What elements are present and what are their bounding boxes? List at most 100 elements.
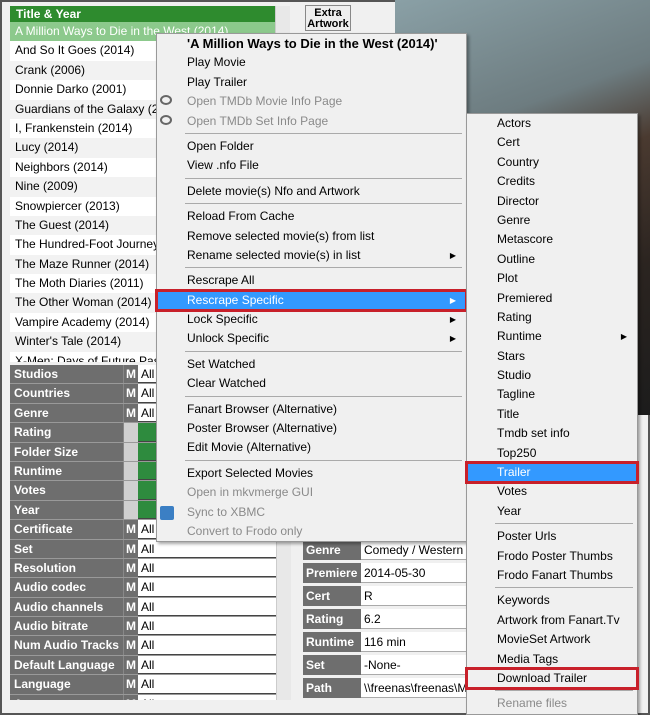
menu-item-label: Plot (497, 271, 518, 286)
filter-mode-toggle[interactable]: M (123, 675, 138, 694)
column-header-title-year[interactable]: Title & Year (10, 6, 275, 22)
menu-item-genre[interactable]: Genre (467, 211, 637, 230)
filter-mode-toggle[interactable]: M (123, 694, 138, 700)
detail-field-path[interactable]: \\freenas\freenas\Movies (361, 678, 468, 698)
extra-artwork-button[interactable]: Extra Artwork (305, 5, 351, 31)
detail-field-set[interactable]: -None- (361, 655, 468, 675)
detail-label: Path (303, 678, 361, 698)
menu-item-top250[interactable]: Top250 (467, 444, 637, 463)
menu-item-play-movie[interactable]: Play Movie (157, 53, 466, 72)
menu-item-lock-specific[interactable]: Lock Specific ▶ (157, 310, 466, 329)
filter-mode-toggle[interactable]: M (123, 520, 138, 539)
filter-mode-toggle[interactable]: M (123, 558, 138, 578)
detail-field-cert[interactable]: R (361, 586, 468, 606)
filter-dropdown[interactable]: All (138, 578, 290, 597)
menu-item-label: Genre (497, 212, 531, 227)
menu-item-reload-from-cache[interactable]: Reload From Cache (157, 207, 466, 226)
menu-item-trailer[interactable]: Trailer (465, 460, 639, 485)
filter-scrollbar[interactable] (276, 540, 291, 700)
menu-item-frodo-fanart-thumbs[interactable]: Frodo Fanart Thumbs (467, 566, 637, 585)
menu-item-premiered[interactable]: Premiered (467, 289, 637, 308)
filter-dropdown[interactable]: All (138, 636, 290, 655)
menu-item-artwork-from-fanart-tv[interactable]: Artwork from Fanart.Tv (467, 611, 637, 630)
filter-mode-toggle[interactable]: M (123, 403, 138, 423)
menu-item-unlock-specific[interactable]: Unlock Specific ▶ (157, 329, 466, 348)
menu-item-tagline[interactable]: Tagline (467, 385, 637, 404)
detail-label: Premiere (303, 563, 361, 583)
menu-item-media-tags[interactable]: Media Tags (467, 650, 637, 669)
menu-item-edit-movie-alternative[interactable]: Edit Movie (Alternative) (157, 438, 466, 457)
menu-item-rating[interactable]: Rating (467, 308, 637, 327)
menu-item-rescrape-specific[interactable]: Rescrape Specific ▶ (155, 288, 468, 313)
menu-item-label: Clear Watched (187, 376, 266, 391)
menu-item-tmdb-set-info[interactable]: Tmdb set info (467, 424, 637, 443)
detail-field-rating[interactable]: 6.2 (361, 609, 468, 629)
detail-label: Cert (303, 586, 361, 606)
menu-item-view-nfo-file[interactable]: View .nfo File (157, 156, 466, 175)
menu-item-label: Trailer (497, 465, 531, 480)
filter-mode-toggle[interactable]: M (123, 578, 138, 597)
menu-item-sync-to-xbmc: Sync to XBMC (157, 503, 466, 522)
filter-mode-toggle[interactable]: M (123, 597, 138, 617)
menu-item-country[interactable]: Country (467, 153, 637, 172)
filter-mode-toggle[interactable]: M (123, 365, 138, 384)
menu-item-plot[interactable]: Plot (467, 269, 637, 288)
menu-item-remove-selected-movie-s-from-list[interactable]: Remove selected movie(s) from list (157, 227, 466, 246)
menu-item-open-folder[interactable]: Open Folder (157, 137, 466, 156)
menu-item-votes[interactable]: Votes (467, 482, 637, 501)
filter-mode-toggle[interactable] (123, 423, 138, 442)
menu-item-studio[interactable]: Studio (467, 366, 637, 385)
menu-item-label: Runtime (497, 329, 542, 344)
menu-item-poster-urls[interactable]: Poster Urls (467, 527, 637, 546)
menu-item-stars[interactable]: Stars (467, 347, 637, 366)
menu-item-year[interactable]: Year (467, 502, 637, 521)
filter-label: Default Language (10, 655, 123, 675)
filter-dropdown[interactable]: All (138, 694, 290, 700)
menu-item-set-watched[interactable]: Set Watched (157, 355, 466, 374)
filter-dropdown[interactable]: All (138, 558, 290, 578)
filter-dropdown[interactable]: All (138, 655, 290, 675)
menu-item-download-trailer[interactable]: Download Trailer (465, 666, 639, 691)
filter-dropdown[interactable]: All (138, 675, 290, 694)
detail-row: Set -None- (303, 655, 468, 678)
filter-mode-toggle[interactable]: M (123, 617, 138, 636)
menu-item-fanart-browser-alternative[interactable]: Fanart Browser (Alternative) (157, 400, 466, 419)
menu-item-cert[interactable]: Cert (467, 133, 637, 152)
menu-item-play-trailer[interactable]: Play Trailer (157, 73, 466, 92)
menu-item-credits[interactable]: Credits (467, 172, 637, 191)
menu-item-clear-watched[interactable]: Clear Watched (157, 374, 466, 393)
menu-item-label: Metascore (497, 232, 554, 247)
menu-item-movieset-artwork[interactable]: MovieSet Artwork (467, 630, 637, 649)
menu-item-runtime[interactable]: Runtime ▶ (467, 327, 637, 346)
filter-mode-toggle[interactable]: M (123, 384, 138, 403)
menu-item-label: Fanart Browser (Alternative) (187, 401, 338, 416)
menu-item-frodo-poster-thumbs[interactable]: Frodo Poster Thumbs (467, 547, 637, 566)
menu-item-outline[interactable]: Outline (467, 250, 637, 269)
menu-item-label: Actors (497, 116, 532, 130)
menu-item-director[interactable]: Director (467, 192, 637, 211)
menu-item-rename-selected-movie-s-in-list[interactable]: Rename selected movie(s) in list ▶ (157, 246, 466, 265)
filter-label: Runtime (10, 461, 123, 481)
menu-item-actors[interactable]: Actors (467, 114, 637, 133)
filter-dropdown[interactable]: All (138, 617, 290, 636)
filter-mode-toggle[interactable] (123, 461, 138, 481)
menu-item-title[interactable]: Title (467, 405, 637, 424)
menu-item-keywords[interactable]: Keywords (467, 591, 637, 610)
filter-mode-toggle[interactable] (123, 500, 138, 520)
menu-item-delete-movie-s-nfo-and-artwork[interactable]: Delete movie(s) Nfo and Artwork (157, 182, 466, 201)
filter-dropdown[interactable]: All (138, 597, 290, 617)
menu-item-label: Edit Movie (Alternative) (187, 440, 312, 455)
filter-mode-toggle[interactable] (123, 442, 138, 461)
menu-item-rescrape-all[interactable]: Rescrape All (157, 271, 466, 290)
filter-mode-toggle[interactable]: M (123, 539, 138, 558)
detail-field-genre[interactable]: Comedy / Western (361, 540, 468, 560)
detail-field-premiere[interactable]: 2014-05-30 (361, 563, 468, 583)
menu-item-export-selected-movies[interactable]: Export Selected Movies (157, 464, 466, 483)
filter-mode-toggle[interactable]: M (123, 636, 138, 655)
filter-mode-toggle[interactable] (123, 481, 138, 500)
menu-item-metascore[interactable]: Metascore (467, 230, 637, 249)
detail-field-runtime[interactable]: 116 min (361, 632, 468, 652)
menu-item-poster-browser-alternative[interactable]: Poster Browser (Alternative) (157, 419, 466, 438)
detail-label: Rating (303, 609, 361, 629)
filter-mode-toggle[interactable]: M (123, 655, 138, 675)
